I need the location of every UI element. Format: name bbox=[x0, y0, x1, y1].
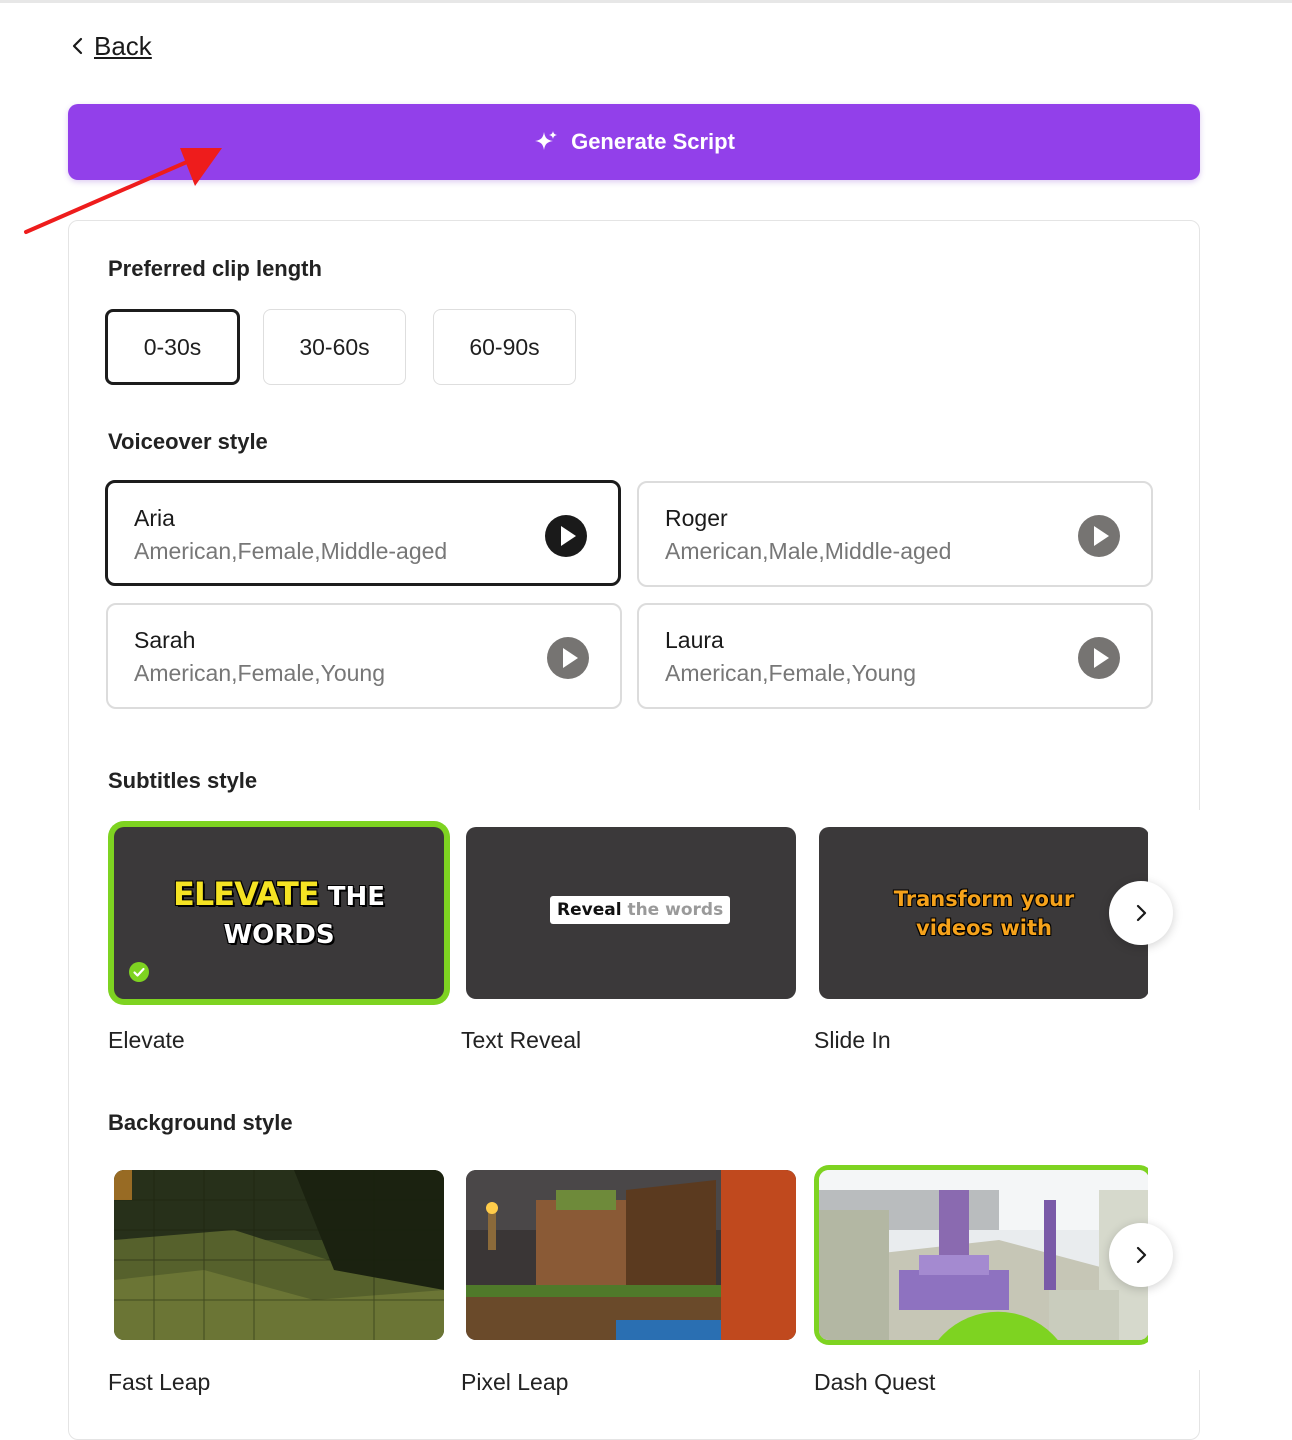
clip-length-option-30-60s[interactable]: 30-60s bbox=[263, 309, 406, 385]
text-reveal-preview-dark: Reveal bbox=[557, 900, 622, 920]
background-caption-fast-leap: Fast Leap bbox=[108, 1369, 211, 1395]
voice-name: Sarah bbox=[134, 627, 196, 653]
voice-description: American,Male,Middle-aged bbox=[665, 538, 952, 564]
clip-length-option-60-90s[interactable]: 60-90s bbox=[433, 309, 576, 385]
subtitles-title: Subtitles style bbox=[108, 768, 258, 793]
generate-script-label: Generate Script bbox=[571, 129, 735, 154]
back-link[interactable]: Back bbox=[70, 28, 152, 64]
subtitle-style-slide-in[interactable]: Transform your videos with bbox=[819, 827, 1149, 999]
slide-in-preview-line2: videos with bbox=[916, 916, 1052, 940]
subtitle-caption-elevate: Elevate bbox=[108, 1027, 185, 1053]
voice-description: American,Female,Young bbox=[134, 660, 386, 686]
back-label: Back bbox=[94, 30, 152, 61]
chevron-right-icon bbox=[1136, 1246, 1147, 1264]
top-divider bbox=[0, 0, 1292, 3]
generate-script-button[interactable]: Generate Script bbox=[68, 104, 1200, 180]
slide-in-preview-line1: Transform your bbox=[893, 887, 1075, 911]
voice-card-laura[interactable]: Laura American,Female,Young bbox=[637, 603, 1153, 709]
elevate-preview-line2: WORDS bbox=[223, 920, 335, 950]
text-reveal-preview: Reveal the words bbox=[550, 896, 731, 924]
elevate-preview-rest: THE bbox=[327, 882, 385, 912]
voice-name: Aria bbox=[134, 505, 175, 531]
clip-length-option-0-30s[interactable]: 0-30s bbox=[105, 309, 240, 385]
background-caption-pixel-leap: Pixel Leap bbox=[461, 1369, 569, 1395]
subtitle-caption-text-reveal: Text Reveal bbox=[461, 1027, 582, 1053]
sparkle-icon bbox=[535, 131, 558, 150]
check-circle-icon bbox=[129, 962, 149, 982]
subtitles-next-button[interactable] bbox=[1109, 881, 1173, 945]
clip-length-title: Preferred clip length bbox=[108, 256, 322, 281]
subtitle-caption-slide-in: Slide In bbox=[814, 1027, 891, 1053]
elevate-preview-highlight: ELEVATE bbox=[173, 875, 320, 913]
chevron-right-icon bbox=[1136, 904, 1147, 922]
play-icon[interactable] bbox=[1077, 636, 1121, 680]
background-style-pixel-leap[interactable] bbox=[466, 1170, 796, 1340]
play-icon[interactable] bbox=[546, 636, 590, 680]
pixel-leap-thumbnail bbox=[466, 1170, 796, 1340]
voice-name: Laura bbox=[665, 627, 724, 653]
check-circle-icon bbox=[938, 1311, 1058, 1340]
background-style-dash-quest[interactable] bbox=[819, 1170, 1149, 1340]
background-caption-dash-quest: Dash Quest bbox=[814, 1369, 936, 1395]
slide-in-preview-text: Transform your videos with bbox=[819, 885, 1149, 943]
text-reveal-preview-grey: the words bbox=[627, 900, 724, 920]
elevate-preview-text: ELEVATE THE WORDS bbox=[114, 875, 444, 954]
play-icon[interactable] bbox=[544, 514, 588, 558]
voice-description: American,Female,Young bbox=[665, 660, 917, 686]
subtitle-style-text-reveal[interactable]: Reveal the words bbox=[466, 827, 796, 999]
fast-leap-thumbnail bbox=[114, 1170, 444, 1340]
voice-description: American,Female,Middle-aged bbox=[134, 538, 448, 564]
play-icon[interactable] bbox=[1077, 514, 1121, 558]
voice-card-aria[interactable]: Aria American,Female,Middle-aged bbox=[105, 480, 621, 586]
voice-card-sarah[interactable]: Sarah American,Female,Young bbox=[106, 603, 622, 709]
voice-name: Roger bbox=[665, 505, 728, 531]
background-title: Background style bbox=[108, 1110, 293, 1135]
background-next-button[interactable] bbox=[1109, 1223, 1173, 1287]
voiceover-title: Voiceover style bbox=[108, 429, 268, 454]
background-style-fast-leap[interactable] bbox=[114, 1170, 444, 1340]
subtitle-style-elevate[interactable]: ELEVATE THE WORDS bbox=[114, 827, 444, 999]
voice-card-roger[interactable]: Roger American,Male,Middle-aged bbox=[637, 481, 1153, 587]
chevron-left-icon bbox=[72, 37, 83, 55]
